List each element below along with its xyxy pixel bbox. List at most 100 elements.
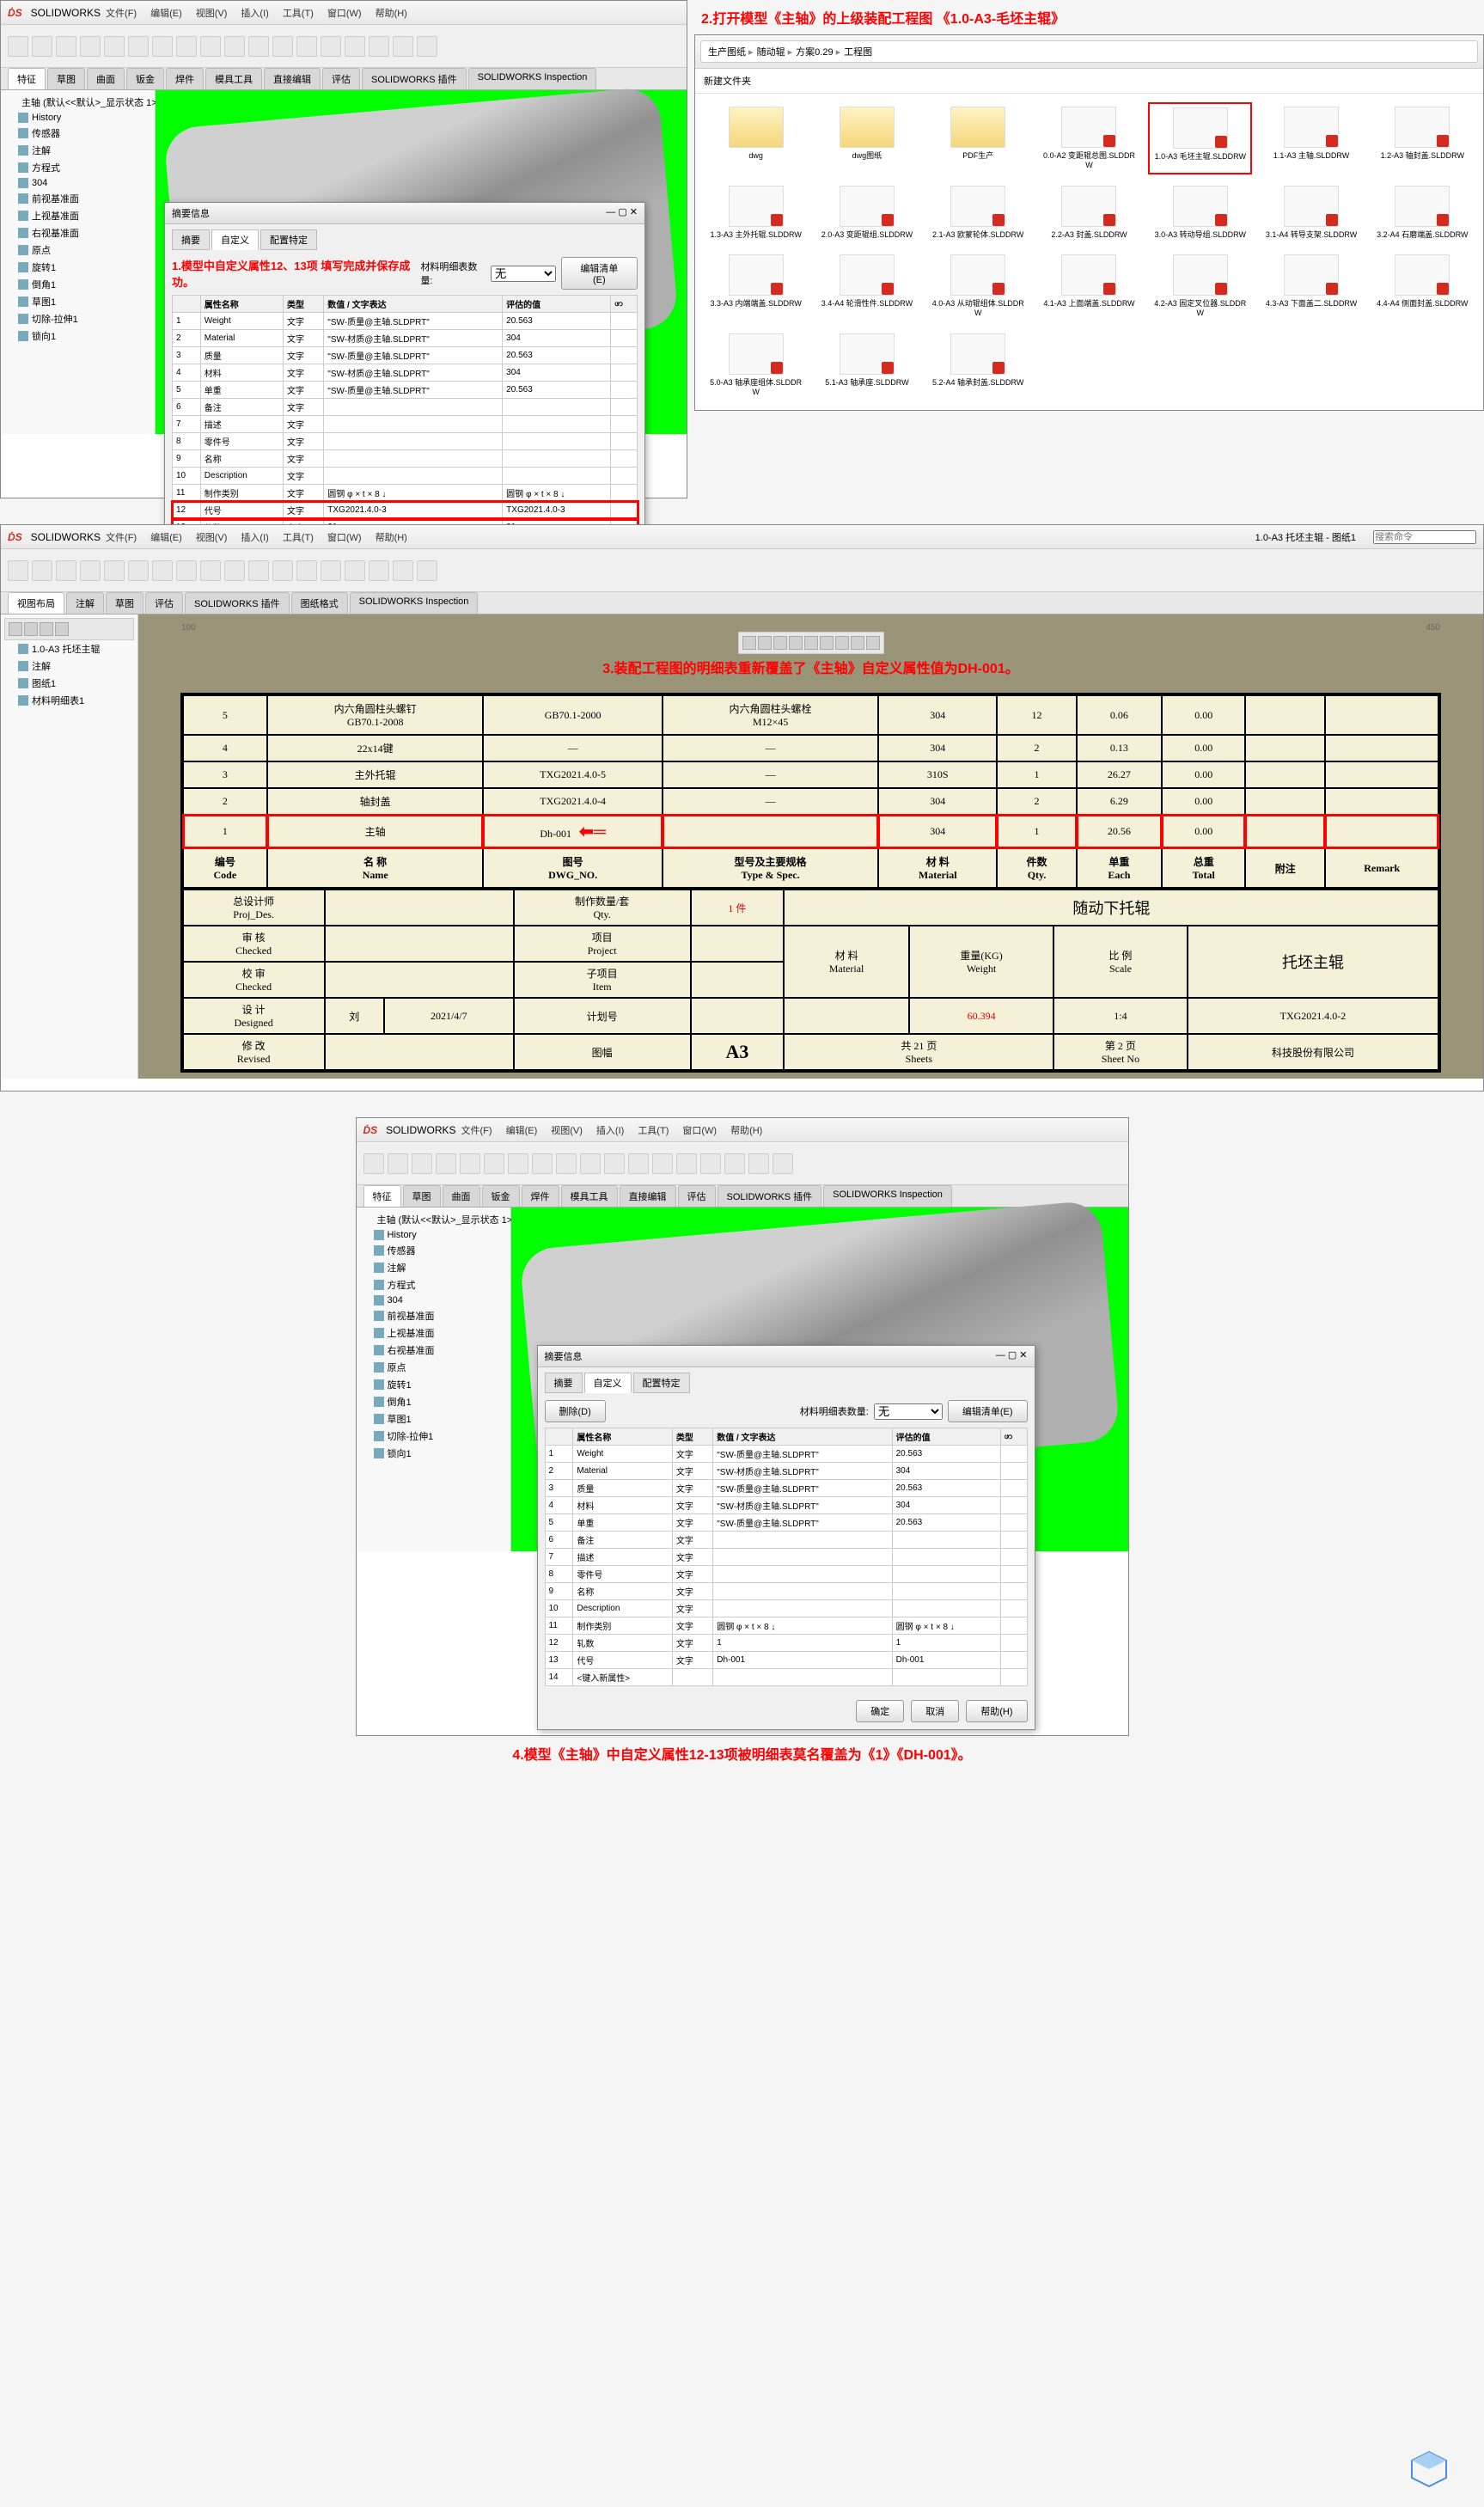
bom-row[interactable]: 5内六角圆柱头螺钉 GB70.1-2008GB70.1-2000内六角圆柱头螺栓… (183, 695, 1439, 735)
tool-icon[interactable] (32, 560, 52, 581)
tool-icon[interactable] (176, 36, 197, 57)
property-row[interactable]: 8零件号文字 (173, 433, 638, 450)
tree-item[interactable]: History (360, 1228, 507, 1242)
tool-icon[interactable] (152, 36, 173, 57)
tool-icon[interactable] (321, 36, 341, 57)
property-row[interactable]: 11制作类别文字圆钢 φ × t × 8 ↓圆钢 φ × t × 8 ↓ (173, 485, 638, 502)
property-row[interactable]: 12轧数文字11 (545, 1635, 1027, 1652)
breadcrumb-item[interactable]: 随动辊 (757, 45, 793, 58)
file-item[interactable]: 3.2-A4 石磨端盖.SLDDRW (1371, 181, 1475, 244)
file-item[interactable]: 2.2-A3 封盖.SLDDRW (1037, 181, 1141, 244)
property-row[interactable]: 12代号文字TXG2021.4.0-3TXG2021.4.0-3 (173, 502, 638, 519)
ribbon-tab[interactable]: 焊件 (166, 68, 204, 89)
ribbon-tab[interactable]: SOLIDWORKS 插件 (718, 1185, 822, 1207)
dialog-tab[interactable]: 自定义 (211, 229, 259, 250)
new-folder-button[interactable]: 新建文件夹 (704, 76, 751, 87)
tool-icon[interactable] (104, 560, 125, 581)
menu-item[interactable]: 编辑(E) (145, 4, 187, 21)
tool-icon[interactable] (345, 560, 365, 581)
tool-icon[interactable] (460, 1153, 480, 1174)
menu-item[interactable]: 工具(T) (278, 529, 319, 546)
tree-item[interactable]: 图纸1 (4, 675, 134, 692)
tool-icon[interactable] (272, 36, 293, 57)
tree-item[interactable]: 右视基准面 (360, 1342, 507, 1359)
property-row[interactable]: 5单重文字"SW-质量@主轴.SLDPRT"20.563 (545, 1514, 1027, 1532)
tree-item[interactable]: 注解 (4, 142, 151, 159)
ribbon-tab[interactable]: 曲面 (87, 68, 125, 89)
ribbon-tab[interactable]: 直接编辑 (264, 68, 321, 89)
ribbon-tab[interactable]: SOLIDWORKS Inspection (823, 1185, 952, 1207)
property-row[interactable]: 8零件号文字 (545, 1566, 1027, 1583)
menu-item[interactable]: 窗口(W) (322, 529, 367, 546)
tool-icon[interactable] (628, 1153, 649, 1174)
dialog-button[interactable]: 帮助(H) (966, 1700, 1027, 1722)
file-item[interactable]: dwg (704, 102, 808, 174)
property-row[interactable]: 14<键入新属性> (545, 1669, 1027, 1686)
property-row[interactable]: 9名称文字 (545, 1583, 1027, 1600)
tool-icon[interactable] (393, 560, 413, 581)
dialog-tab[interactable]: 自定义 (584, 1373, 632, 1393)
tool-icon[interactable] (272, 560, 293, 581)
edit-list-button[interactable]: 编辑清单(E) (948, 1400, 1028, 1422)
ribbon-tab[interactable]: 模具工具 (561, 1185, 618, 1207)
file-item[interactable]: 4.3-A3 下面盖二.SLDDRW (1259, 250, 1363, 322)
tool-icon[interactable] (580, 1153, 601, 1174)
file-item[interactable]: 3.1-A4 转导支架.SLDDRW (1259, 181, 1363, 244)
tree-item[interactable]: 右视基准面 (4, 224, 151, 242)
tree-item[interactable]: 注解 (360, 1259, 507, 1276)
tool-icon[interactable] (128, 560, 149, 581)
menu-item[interactable]: 视图(V) (191, 4, 233, 21)
tool-icon[interactable] (363, 1153, 384, 1174)
tree-item[interactable]: 方程式 (4, 159, 151, 176)
breadcrumb-item[interactable]: 生产图纸 (708, 45, 754, 58)
tool-icon[interactable] (556, 1153, 577, 1174)
tool-icon[interactable] (104, 36, 125, 57)
file-item[interactable]: 4.4-A4 侧面封盖.SLDDRW (1371, 250, 1475, 322)
dialog-tab[interactable]: 配置特定 (633, 1373, 690, 1393)
ribbon-tab[interactable]: 评估 (145, 592, 183, 614)
tool-icon[interactable] (152, 560, 173, 581)
dialog-tab[interactable]: 摘要 (545, 1373, 583, 1393)
tree-item[interactable]: 锁向1 (4, 327, 151, 345)
window-controls[interactable]: — ▢ ✕ (606, 206, 638, 220)
tool-icon[interactable] (773, 1153, 793, 1174)
window-controls[interactable]: — ▢ ✕ (996, 1349, 1028, 1363)
tool-icon[interactable] (128, 36, 149, 57)
menu-item[interactable]: 视图(V) (191, 529, 233, 546)
viewport-3d[interactable]: 摘要信息 — ▢ ✕ 摘要自定义配置特定 删除(D) 材料明细表数量: 无 编辑… (511, 1208, 1128, 1551)
tool-icon[interactable] (388, 1153, 408, 1174)
delete-button[interactable]: 删除(D) (545, 1400, 606, 1422)
property-row[interactable]: 9名称文字 (173, 450, 638, 468)
menu-item[interactable]: 文件(F) (101, 4, 142, 21)
tree-item[interactable]: 切除-拉伸1 (360, 1428, 507, 1445)
property-row[interactable]: 7描述文字 (545, 1549, 1027, 1566)
property-row[interactable]: 1Weight文字"SW-质量@主轴.SLDPRT"20.563 (173, 313, 638, 330)
tree-item[interactable]: 前视基准面 (360, 1307, 507, 1324)
property-row[interactable]: 4材料文字"SW-材质@主轴.SLDPRT"304 (173, 364, 638, 382)
bom-table[interactable]: 5内六角圆柱头螺钉 GB70.1-2008GB70.1-2000内六角圆柱头螺栓… (182, 694, 1440, 889)
ribbon-tab[interactable]: 直接编辑 (620, 1185, 676, 1207)
file-item[interactable]: 1.3-A3 主外托辊.SLDDRW (704, 181, 808, 244)
property-row[interactable]: 2Material文字"SW-材质@主轴.SLDPRT"304 (173, 330, 638, 347)
custom-properties-table[interactable]: 属性名称类型数值 / 文字表达评估的值ဖာ 1Weight文字"SW-质量@主轴… (172, 295, 638, 553)
tree-item[interactable]: 304 (4, 176, 151, 190)
property-row[interactable]: 5单重文字"SW-质量@主轴.SLDPRT"20.563 (173, 382, 638, 399)
tool-icon[interactable] (369, 560, 389, 581)
property-row[interactable]: 3质量文字"SW-质量@主轴.SLDPRT"20.563 (173, 347, 638, 364)
tool-icon[interactable] (200, 36, 221, 57)
menu-item[interactable]: 视图(V) (546, 1122, 588, 1139)
tool-icon[interactable] (508, 1153, 528, 1174)
tool-icon[interactable] (224, 560, 245, 581)
dialog-button[interactable]: 取消 (911, 1700, 959, 1722)
ribbon-tab[interactable]: 草图 (403, 1185, 441, 1207)
property-row[interactable]: 10Description文字 (545, 1600, 1027, 1617)
file-item[interactable]: 5.2-A4 轴承封盖.SLDDRW (926, 329, 1030, 401)
drawing-viewport[interactable]: 100 450 3.装配工程图的明细表重新覆盖了《主轴》自定义属性值为DH-00… (138, 615, 1483, 1079)
tool-icon[interactable] (532, 1153, 553, 1174)
menu-item[interactable]: 帮助(H) (725, 1122, 767, 1139)
tree-item[interactable]: 注解 (4, 657, 134, 675)
tree-item[interactable]: 原点 (4, 242, 151, 259)
viewport-3d[interactable]: 摘要信息 — ▢ ✕ 摘要自定义配置特定 1.模型中自定义属性12、13项 填写… (156, 90, 687, 434)
tool-icon[interactable] (321, 560, 341, 581)
custom-properties-table[interactable]: 属性名称类型数值 / 文字表达评估的值ဖာ 1Weight文字"SW-质量@主轴… (545, 1428, 1028, 1686)
